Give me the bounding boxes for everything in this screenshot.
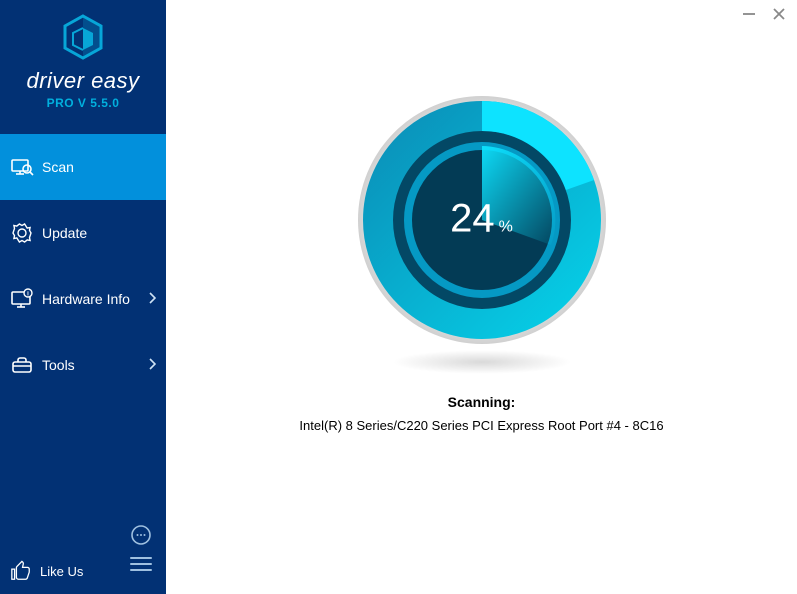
thumbs-up-icon (10, 560, 32, 582)
scan-content: 24 % Scanning: Intel(R) 8 Series/C220 Se… (166, 0, 797, 433)
main-area: 24 % Scanning: Intel(R) 8 Series/C220 Se… (166, 0, 797, 594)
brand-name: driver easy (0, 68, 166, 94)
chevron-right-icon (148, 358, 156, 373)
status-label: Scanning: (448, 394, 516, 410)
like-us-label: Like Us (40, 564, 83, 579)
progress-unit: % (499, 219, 513, 237)
monitor-info-icon: i (10, 287, 34, 311)
sidebar-item-hardware-info[interactable]: i Hardware Info (0, 266, 166, 332)
logo-area: driver easy PRO V 5.5.0 (0, 0, 166, 114)
app-window: driver easy PRO V 5.5.0 Scan Update i (0, 0, 797, 594)
sidebar-item-label: Scan (42, 159, 74, 175)
progress-ring: 24 % (352, 90, 612, 350)
brand-version: PRO V 5.5.0 (0, 96, 166, 110)
like-us-button[interactable]: Like Us (0, 560, 83, 582)
minimize-button[interactable] (741, 6, 757, 22)
sidebar-item-label: Tools (42, 357, 75, 373)
magnifier-monitor-icon (10, 155, 34, 179)
progress-shadow (392, 350, 572, 374)
menu-icon[interactable] (130, 553, 152, 575)
sidebar-item-tools[interactable]: Tools (0, 332, 166, 398)
bottom-icons-row (0, 524, 166, 546)
sidebar-bottom: Like Us (0, 514, 166, 594)
sidebar-item-label: Update (42, 225, 87, 241)
sidebar-item-label: Hardware Info (42, 291, 130, 307)
close-button[interactable] (771, 6, 787, 22)
titlebar (741, 6, 787, 22)
progress-text: 24 % (450, 197, 513, 242)
sidebar-item-scan[interactable]: Scan (0, 134, 166, 200)
toolbox-icon (10, 353, 34, 377)
status-detail: Intel(R) 8 Series/C220 Series PCI Expres… (299, 418, 663, 433)
nav: Scan Update i Hardware Info (0, 134, 166, 398)
progress-value: 24 (450, 197, 495, 242)
chat-icon[interactable] (130, 524, 152, 546)
sidebar-item-update[interactable]: Update (0, 200, 166, 266)
gear-icon (10, 221, 34, 245)
chevron-right-icon (148, 292, 156, 307)
app-logo-icon (61, 14, 105, 64)
sidebar: driver easy PRO V 5.5.0 Scan Update i (0, 0, 166, 594)
